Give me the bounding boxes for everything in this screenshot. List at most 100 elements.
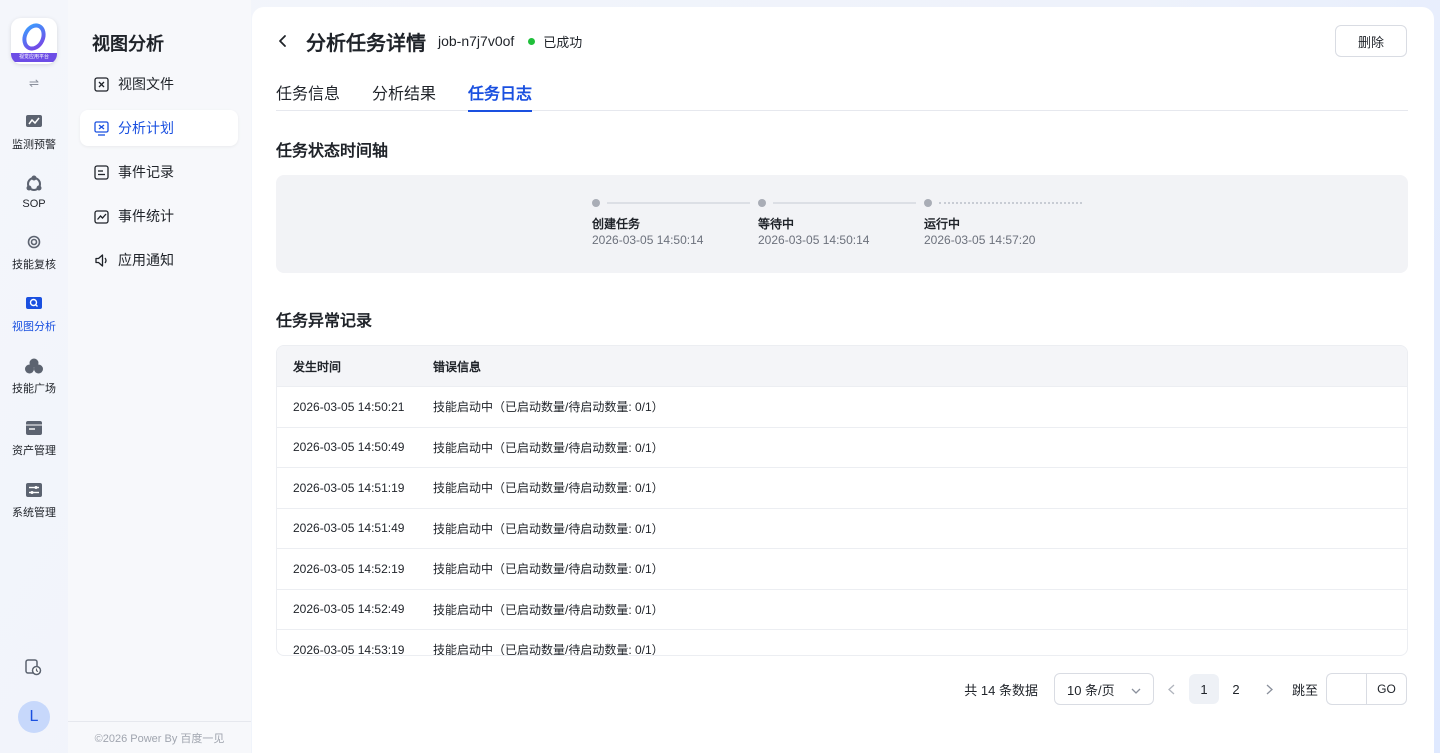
rail-item-monitor[interactable]: 监测预警 [0,112,68,152]
record-icon [93,164,109,180]
cell-time: 2026-03-05 14:52:49 [293,602,405,617]
cell-message: 技能启动中（已启动数量/待启动数量: 0/1） [433,440,664,455]
cell-message: 技能启动中（已启动数量/待启动数量: 0/1） [433,602,664,617]
timeline-line [773,202,916,204]
table-row: 2026-03-05 14:51:19 技能启动中（已启动数量/待启动数量: 0… [277,467,1407,508]
asset-icon [24,418,44,438]
tab-analysis-result[interactable]: 分析结果 [372,70,436,111]
icon-rail: 视觉应用平台 ⇌ 监测预警 SOP 技能复核 视图分析 技能广场 资产管理 系统… [0,0,68,753]
cell-message: 技能启动中（已启动数量/待启动数量: 0/1） [433,643,664,656]
cell-time: 2026-03-05 14:51:49 [293,521,405,536]
review-icon [24,232,44,252]
system-icon [24,480,44,500]
rail-item-skill-plaza[interactable]: 技能广场 [0,356,68,396]
history-icon[interactable] [24,658,42,681]
timeline-step-label: 创建任务 [592,217,641,231]
back-arrow-icon[interactable] [276,31,296,51]
timeline-step-label: 运行中 [924,217,961,231]
stats-icon [93,208,109,224]
avatar[interactable]: L [18,701,50,733]
error-section-title: 任务异常记录 [276,313,373,330]
next-page-icon[interactable] [1254,673,1286,705]
sidebar-footer: ©2026 Power By 百度一见 [68,721,251,753]
timeline-line [607,202,750,204]
sidebar-item-view-files[interactable]: 视图文件 [80,66,238,102]
rail-item-view-analysis[interactable]: 视图分析 [0,294,68,334]
rail-item-label: 技能广场 [12,383,56,395]
sidebar-item-app-notify[interactable]: 应用通知 [80,242,238,278]
tab-bar: 任务信息 分析结果 任务日志 [276,70,1408,112]
rail-item-label: 资产管理 [12,445,56,457]
rail-item-review[interactable]: 技能复核 [0,232,68,272]
rail-item-label: 系统管理 [12,507,56,519]
chevron-down-icon [1131,682,1141,697]
cell-time: 2026-03-05 14:50:21 [293,399,405,414]
sidebar-item-label: 事件记录 [118,164,174,180]
skill-plaza-icon [24,356,44,376]
go-button[interactable]: GO [1366,673,1407,705]
cell-message: 技能启动中（已启动数量/待启动数量: 0/1） [433,521,664,536]
cell-time: 2026-03-05 14:53:19 [293,642,405,656]
tab-task-info[interactable]: 任务信息 [276,70,340,111]
rail-item-label: 技能复核 [12,259,56,271]
column-header-time: 发生时间 [293,359,342,374]
file-icon [93,76,109,92]
timeline: 创建任务 2026-03-05 14:50:14 等待中 2026-03-05 … [276,175,1408,273]
cell-message: 技能启动中（已启动数量/待启动数量: 0/1） [433,400,664,415]
cell-time: 2026-03-05 14:50:49 [293,440,405,455]
timeline-step-label: 等待中 [758,217,795,231]
cell-message: 技能启动中（已启动数量/待启动数量: 0/1） [433,481,664,496]
table-row: 2026-03-05 14:52:49 技能启动中（已启动数量/待启动数量: 0… [277,588,1407,630]
page-title: 分析任务详情 [306,32,426,55]
timeline-dot [924,199,932,207]
timeline-dot [592,199,600,207]
timeline-step-time: 2026-03-05 14:50:14 [592,233,704,247]
swap-icon[interactable]: ⇌ [29,76,39,90]
rail-item-label: 监测预警 [12,139,56,151]
rail-item-label: SOP [22,198,46,210]
rail-item-system[interactable]: 系统管理 [0,480,68,520]
rail-item-sop[interactable]: SOP [0,174,68,210]
table-row: 2026-03-05 14:52:19 技能启动中（已启动数量/待启动数量: 0… [277,548,1407,589]
prev-page-icon[interactable] [1156,673,1188,705]
table-row: 2026-03-05 14:50:49 技能启动中（已启动数量/待启动数量: 0… [277,426,1407,468]
page-size-select[interactable]: 10 条/页 [1053,673,1154,705]
sidebar-item-event-records[interactable]: 事件记录 [80,154,238,190]
sidebar-item-label: 应用通知 [118,252,174,268]
plan-icon [93,120,109,136]
monitor-icon [24,112,44,132]
sidebar-item-analysis-plan[interactable]: 分析计划 [80,110,238,146]
timeline-step-time: 2026-03-05 14:57:20 [924,233,1036,247]
sidebar-item-label: 分析计划 [118,120,174,136]
sop-icon [24,174,44,194]
jump-page-input[interactable] [1326,673,1366,705]
speaker-icon [93,252,109,268]
timeline-line-dashed [939,202,1082,204]
table-header: 发生时间 错误信息 [277,346,1407,386]
main-panel: 分析任务详情 job-n7j7v0of 已成功 删除 任务信息 分析结果 任务日… [252,7,1434,753]
timeline-title: 任务状态时间轴 [276,143,389,160]
timeline-step-time: 2026-03-05 14:50:14 [758,233,870,247]
table-row: 2026-03-05 14:51:49 技能启动中（已启动数量/待启动数量: 0… [277,507,1407,549]
table-row: 2026-03-05 14:50:21 技能启动中（已启动数量/待启动数量: 0… [277,386,1407,427]
page-1-button[interactable]: 1 [1188,674,1219,704]
delete-button[interactable]: 删除 [1335,25,1407,57]
page-2-button[interactable]: 2 [1221,674,1251,704]
table-row: 2026-03-05 14:53:19 技能启动中（已启动数量/待启动数量: 0… [277,629,1407,656]
column-header-message: 错误信息 [433,359,482,374]
error-table: 发生时间 错误信息 2026-03-05 14:50:21 技能启动中（已启动数… [276,345,1408,656]
tab-task-log[interactable]: 任务日志 [468,70,533,112]
page-size-value: 10 条/页 [1066,682,1115,698]
logo-text: 视觉应用平台 [11,53,57,62]
status-text: 已成功 [543,34,583,50]
rail-item-asset[interactable]: 资产管理 [0,418,68,458]
sidebar-menu: 视图文件 分析计划 事件记录 事件统计 应用通知 [80,66,238,286]
sidebar-item-event-stats[interactable]: 事件统计 [80,198,238,234]
job-id: job-n7j7v0of [438,33,515,49]
cell-message: 技能启动中（已启动数量/待启动数量: 0/1） [433,562,664,577]
pagination-total: 共 14 条数据 [964,682,1038,698]
timeline-dot [758,199,766,207]
view-analysis-icon [24,294,44,314]
sidebar: 视图分析 视图文件 分析计划 事件记录 事件统计 应用通知 ©2026 Powe… [68,0,251,753]
app-logo[interactable]: 视觉应用平台 [11,18,57,64]
